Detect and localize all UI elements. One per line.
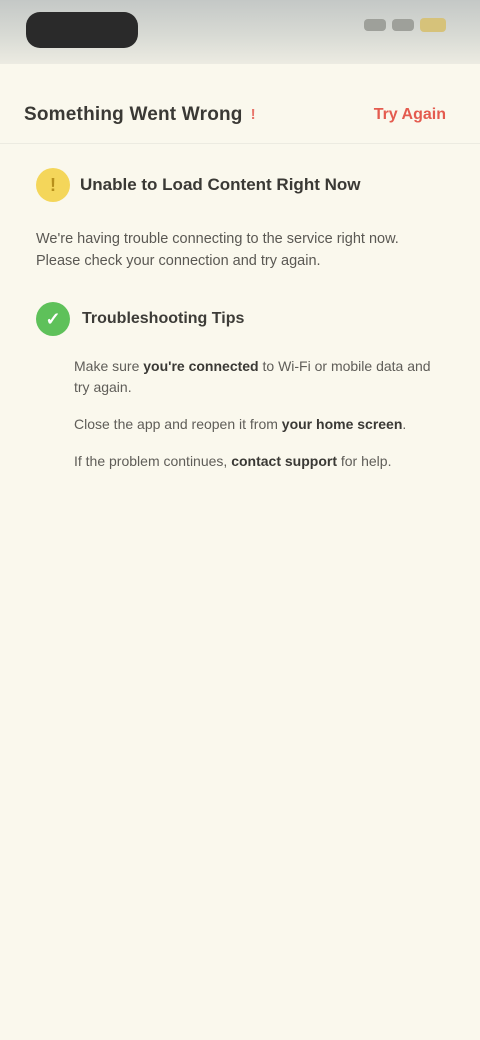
warning-title: Unable to Load Content Right Now: [80, 175, 361, 194]
tips-section-head: ✓ Troubleshooting Tips: [36, 302, 456, 336]
page-title: Something Went Wrong: [24, 103, 243, 125]
status-pill: [26, 12, 138, 48]
header-left: Something Went Wrong !: [24, 104, 256, 126]
page-header: Something Went Wrong ! Try Again: [0, 86, 480, 144]
list-item: Make sure you're connected to Wi-Fi or m…: [74, 356, 444, 398]
tip-emphasis: you're connected: [143, 358, 259, 374]
battery-icon: [420, 18, 446, 32]
tip-text: If the problem continues,: [74, 453, 232, 469]
warning-intro: We're having trouble connecting to the s…: [36, 231, 399, 269]
warning-icon: !: [36, 168, 70, 202]
check-icon: ✓: [36, 302, 70, 336]
list-item: If the problem continues, contact suppor…: [74, 451, 444, 472]
list-item: Close the app and reopen it from your ho…: [74, 414, 444, 435]
tips-list: Make sure you're connected to Wi-Fi or m…: [74, 356, 444, 472]
tip-text: .: [402, 416, 407, 432]
tip-emphasis: your home screen: [281, 416, 403, 432]
tip-text: Make sure: [74, 358, 144, 374]
warning-section-head: ! Unable to Load Content Right Now: [36, 168, 456, 202]
wifi-icon: [392, 19, 414, 31]
tip-text: Close the app and reopen it from: [74, 416, 282, 432]
signal-icon: [364, 19, 386, 31]
try-again-button[interactable]: Try Again: [364, 100, 456, 130]
tip-emphasis: contact support: [231, 453, 337, 469]
content: ! Unable to Load Content Right Now We're…: [36, 168, 456, 488]
status-icons: [364, 18, 446, 32]
system-status-bar: [0, 0, 480, 64]
tip-text: for help.: [336, 453, 392, 469]
title-badge: !: [250, 106, 256, 123]
tips-title: Troubleshooting Tips: [82, 310, 245, 327]
